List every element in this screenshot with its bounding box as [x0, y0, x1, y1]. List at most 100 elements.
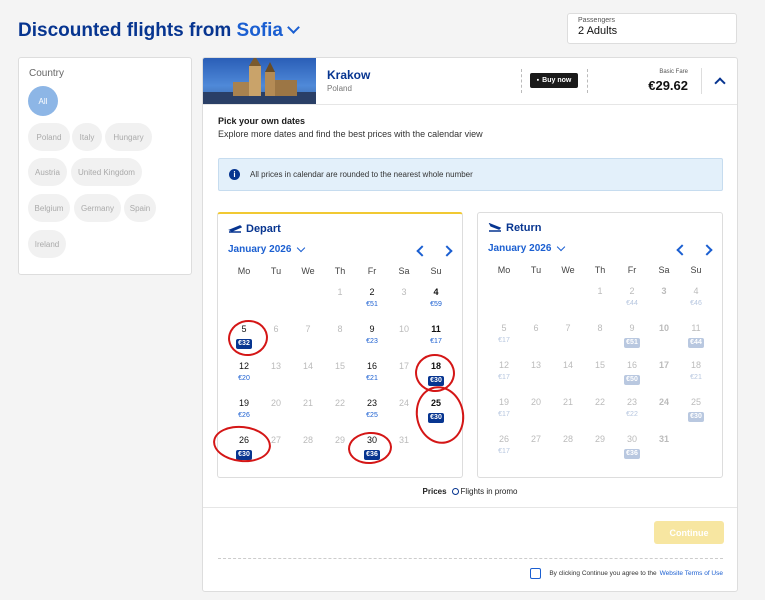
chip-belgium[interactable]: Belgium: [28, 194, 70, 222]
day-price: €17: [430, 338, 442, 345]
legend-option[interactable]: Flights in promo: [461, 487, 518, 496]
day-number: 9: [369, 324, 375, 334]
calendar-day[interactable]: 23 €25: [357, 398, 387, 421]
day-number: 31: [658, 434, 669, 444]
day-price: €20: [238, 375, 250, 382]
calendar-day: 26 €17: [489, 434, 519, 457]
day-number: 15: [594, 360, 605, 370]
month-selector[interactable]: January 2026: [488, 242, 566, 254]
calendar-day: 28: [293, 435, 323, 446]
calendar-day: 21: [553, 397, 583, 408]
chip-germany[interactable]: Germany: [74, 194, 121, 222]
terms-text: By clicking Continue you agree to the: [549, 570, 657, 577]
day-number: 18: [690, 360, 701, 370]
day-price: €30: [688, 412, 704, 422]
buy-now-badge: ▪ Buy now: [530, 73, 578, 88]
calendar-day: 22: [585, 397, 615, 408]
calendar-day: 10: [649, 323, 679, 334]
chip-spain[interactable]: Spain: [124, 194, 156, 222]
collapse-button[interactable]: [701, 68, 737, 94]
day-number: 23: [366, 398, 377, 408]
day-number: 7: [565, 323, 571, 333]
day-number: 22: [334, 398, 345, 408]
country-heading: Country: [29, 68, 65, 79]
origin-city-selector[interactable]: Sofia: [237, 20, 283, 41]
calendar-day[interactable]: 11 €17: [421, 324, 451, 347]
calendar-day[interactable]: 2 €51: [357, 287, 387, 310]
terms-checkbox[interactable]: [530, 568, 542, 579]
day-number: 10: [658, 323, 669, 333]
day-number: 13: [530, 360, 541, 370]
day-number: 24: [398, 398, 409, 408]
day-price: €25: [366, 412, 378, 419]
calendar-day: 27: [521, 434, 551, 445]
day-number: 8: [597, 323, 603, 333]
continue-button[interactable]: Continue: [654, 521, 724, 544]
passengers-selector[interactable]: Passengers 2 Adults: [567, 13, 737, 44]
day-number: 26: [498, 434, 509, 444]
calendar-day: 20: [261, 398, 291, 409]
next-month-icon[interactable]: [441, 245, 453, 257]
terms-link[interactable]: Website Terms of Use: [660, 570, 723, 577]
day-number: 25: [690, 397, 701, 407]
calendar-day: 7: [293, 324, 323, 335]
chip-ireland[interactable]: Ireland: [28, 230, 66, 258]
day-number: 1: [597, 286, 603, 296]
calendar-legend: Prices Flights in promo: [203, 487, 737, 496]
calendar-day[interactable]: 16 €21: [357, 361, 387, 384]
calendar-day: 28: [553, 434, 583, 445]
calendar-day: 17: [649, 360, 679, 371]
month-selector[interactable]: January 2026: [228, 243, 306, 255]
calendar-day: 3: [649, 286, 679, 297]
calendar-day: 18 €21: [681, 360, 711, 383]
calendar-day: 15: [585, 360, 615, 371]
chip-hungary[interactable]: Hungary: [105, 123, 152, 151]
day-number: 24: [658, 397, 669, 407]
day-price: €44: [626, 300, 638, 307]
day-number: 21: [302, 398, 313, 408]
prev-month-icon[interactable]: [676, 244, 688, 256]
calendar-day: 6: [521, 323, 551, 334]
calendar-day: 24: [649, 397, 679, 408]
day-number: 19: [498, 397, 509, 407]
day-number: 3: [401, 287, 407, 297]
chip-italy[interactable]: Italy: [72, 123, 102, 151]
calendar-day[interactable]: 9 €23: [357, 324, 387, 347]
title-prefix: Discounted flights from: [18, 20, 232, 41]
day-price: €44: [688, 338, 704, 348]
day-number: 31: [398, 435, 409, 445]
calendar-day[interactable]: 19 €26: [229, 398, 259, 421]
plane-landing-icon: [488, 223, 502, 232]
page-title: Discounted flights from Sofia: [18, 20, 300, 42]
calendar-day: 5 €17: [489, 323, 519, 346]
radio-dot-icon[interactable]: [451, 488, 459, 496]
pick-dates-title: Pick your own dates: [218, 116, 306, 126]
next-month-icon[interactable]: [701, 244, 713, 256]
day-number: 3: [661, 286, 667, 296]
day-price: €21: [366, 375, 378, 382]
fare-price: €29.62: [648, 78, 688, 93]
calendar-day[interactable]: 12 €20: [229, 361, 259, 384]
chip-all[interactable]: All: [28, 86, 58, 116]
chevron-up-icon: [714, 77, 726, 89]
chip-united-kingdom[interactable]: United Kingdom: [71, 158, 142, 186]
weekday-header: Mo: [237, 266, 251, 276]
calendar-day: 1: [325, 287, 355, 298]
return-calendar: Return January 2026 Mo Tu We Th Fr Sa Su 1 2 €44 3…: [477, 212, 723, 478]
chip-austria[interactable]: Austria: [28, 158, 67, 186]
chip-poland[interactable]: Poland: [28, 123, 70, 151]
calendar-day: 31: [649, 434, 679, 445]
chevron-down-icon[interactable]: [287, 21, 300, 34]
day-number: 27: [530, 434, 541, 444]
calendar-day: 13: [261, 361, 291, 372]
day-price: €21: [690, 374, 702, 381]
day-number: 8: [337, 324, 343, 334]
calendar-day[interactable]: 4 €59: [421, 287, 451, 310]
calendar-day: 1: [585, 286, 615, 297]
day-price: €17: [498, 337, 510, 344]
weekday-header: Mo: [497, 265, 511, 275]
day-price: €23: [366, 338, 378, 345]
prev-month-icon[interactable]: [416, 245, 428, 257]
divider: [203, 507, 737, 508]
day-price: €22: [626, 411, 638, 418]
